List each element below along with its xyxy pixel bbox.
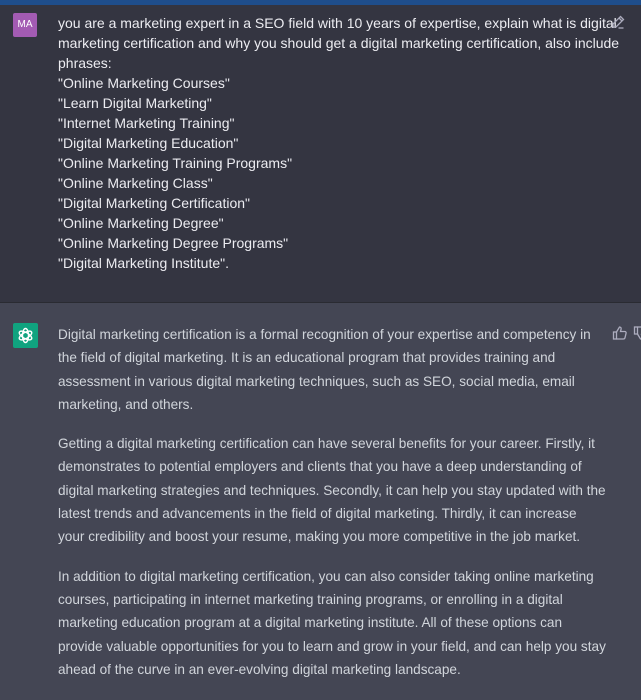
user-message-line: "Digital Marketing Institute". xyxy=(58,255,230,271)
user-message-line: "Online Marketing Training Programs" xyxy=(58,155,293,171)
user-message-line: "Learn Digital Marketing" xyxy=(58,95,212,111)
assistant-message-text: Digital marketing certification is a for… xyxy=(58,323,606,697)
user-message-line: "Online Marketing Courses" xyxy=(58,75,230,91)
user-message-line: phrases: xyxy=(58,55,112,71)
user-message-line: "Online Marketing Degree Programs" xyxy=(58,235,289,251)
assistant-message: Digital marketing certification is a for… xyxy=(0,303,641,700)
user-message-line: "Internet Marketing Training" xyxy=(58,115,235,131)
user-avatar: MA xyxy=(13,13,37,37)
thumbs-down-icon[interactable] xyxy=(633,325,641,341)
assistant-paragraph: Digital marketing certification is a for… xyxy=(58,327,591,412)
user-message-line: "Digital Marketing Certification" xyxy=(58,195,251,211)
user-message-line: you are a marketing expert in a SEO fiel… xyxy=(58,15,617,31)
openai-logo-icon xyxy=(13,323,38,348)
edit-icon[interactable] xyxy=(610,14,626,30)
assistant-paragraph: In addition to digital marketing certifi… xyxy=(58,568,606,677)
user-message-text: you are a marketing expert in a SEO fiel… xyxy=(58,13,620,273)
user-message-line: marketing certification and why you shou… xyxy=(58,35,620,51)
user-message-line: "Online Marketing Class" xyxy=(58,175,213,191)
thumbs-up-icon[interactable] xyxy=(612,325,628,341)
user-message: MA you are a marketing expert in a SEO f… xyxy=(0,5,641,303)
user-message-line: "Online Marketing Degree" xyxy=(58,215,224,231)
user-message-line: "Digital Marketing Education" xyxy=(58,135,239,151)
assistant-paragraph: Getting a digital marketing certificatio… xyxy=(58,436,606,545)
